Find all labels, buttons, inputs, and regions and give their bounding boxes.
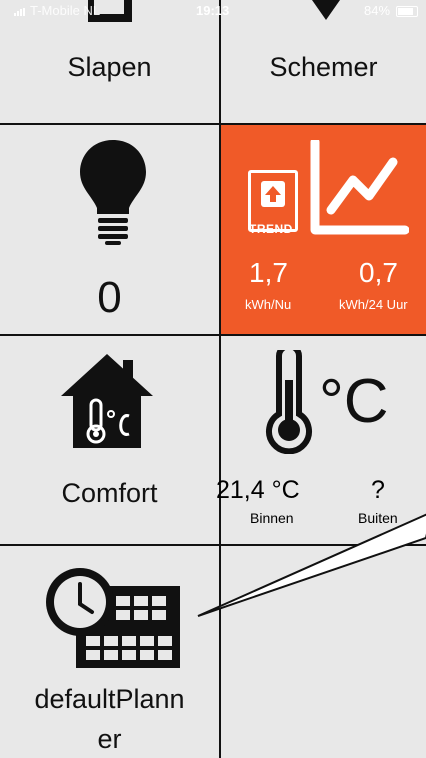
callout-pointer bbox=[197, 513, 426, 617]
status-time: 19:13 bbox=[196, 3, 230, 18]
battery-icon bbox=[396, 6, 418, 17]
status-bar: T-Mobile NL 19:13 84% bbox=[0, 0, 426, 22]
signal-icon bbox=[14, 8, 28, 16]
carrier-name: T-Mobile NL bbox=[30, 3, 101, 18]
battery-percent: 84% bbox=[364, 3, 391, 18]
